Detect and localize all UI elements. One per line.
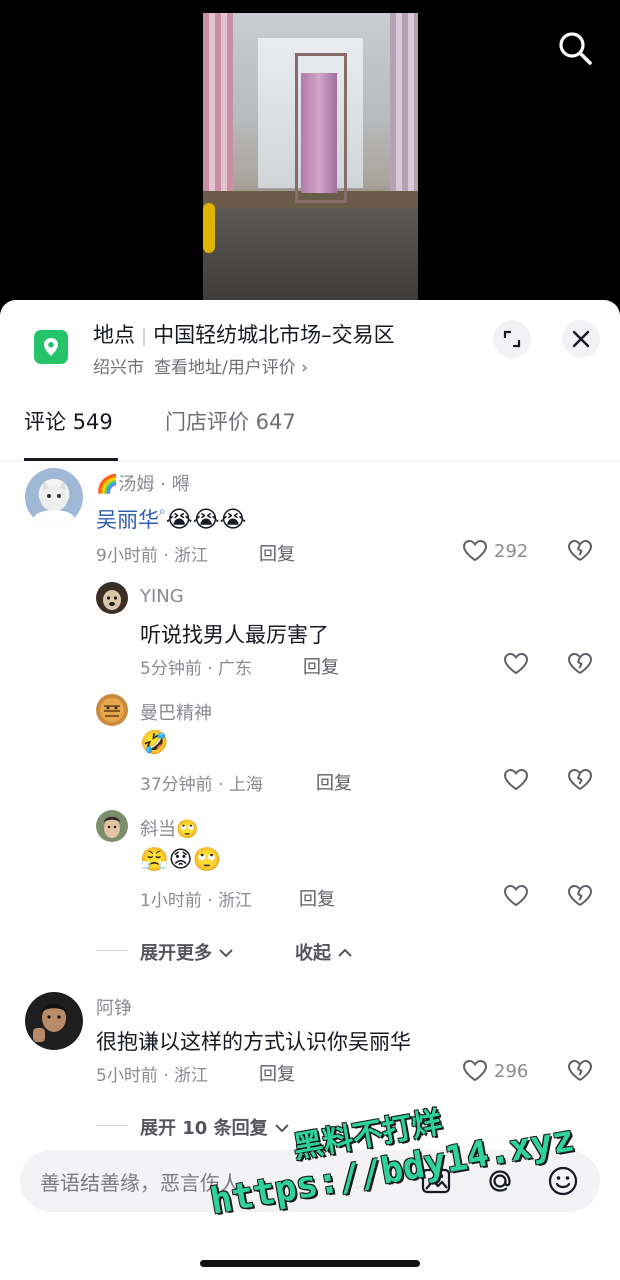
emoji-icon[interactable] [545, 1163, 581, 1199]
location-label: 地点 [93, 323, 135, 347]
video-curtain-left [203, 13, 233, 193]
avatar[interactable] [96, 810, 128, 842]
tab-active-indicator [24, 458, 118, 461]
comment-input-placeholder[interactable]: 善语结善缘，恶言伤人 [40, 1167, 240, 1196]
chevron-down-icon [275, 1124, 289, 1133]
emoji-group: 🤣 [140, 730, 169, 756]
video-player[interactable] [0, 0, 620, 310]
expand-divider [96, 1125, 128, 1126]
comment-text: 很抱谦以这样的方式认识你吴丽华 [96, 1030, 411, 1054]
like-count: 292 [494, 540, 529, 562]
expand-replies-button[interactable]: 展开 10 条回复 [140, 1114, 290, 1140]
heart-icon [462, 539, 488, 562]
expand-replies-label: 展开 10 条回复 [140, 1118, 268, 1139]
video-cloth [301, 73, 337, 193]
tab-comments[interactable]: 评论 549 [24, 406, 113, 436]
avatar[interactable] [96, 694, 128, 726]
comment-meta: 9小时前 · 浙江 [96, 546, 209, 566]
expand-more-button[interactable]: 展开更多 [140, 939, 234, 965]
broken-heart-icon [568, 885, 592, 906]
like-button[interactable] [503, 884, 529, 908]
comment-meta: 5小时前 · 浙江 [96, 1066, 209, 1086]
close-icon [572, 330, 590, 348]
mention-link[interactable]: 吴丽华 [96, 508, 159, 532]
avatar[interactable] [96, 582, 128, 614]
like-button[interactable]: 292 [462, 539, 528, 563]
comment-meta: 5分钟前 · 广东 [140, 659, 253, 679]
video-ground [203, 208, 418, 300]
search-icon[interactable] [555, 28, 595, 68]
expand-more-label: 展开更多 [140, 943, 212, 964]
heart-icon [503, 768, 529, 791]
username-text: 汤姆 · 嘚 [118, 474, 190, 495]
comment-username[interactable]: 斜当🙄 [140, 815, 198, 841]
location-name: 中国轻纺城北市场–交易区 [153, 323, 395, 347]
video-curtain-right [390, 13, 418, 193]
avatar[interactable] [25, 992, 83, 1050]
comment-username[interactable]: YING [140, 586, 184, 607]
dislike-button[interactable] [567, 884, 593, 912]
heart-icon [503, 884, 529, 907]
reply-button[interactable]: 回复 [316, 769, 352, 795]
broken-heart-icon [568, 540, 592, 561]
location-pin-icon [34, 330, 68, 364]
expand-icon [503, 330, 521, 348]
location-subtitle[interactable]: 绍兴市 查看地址/用户评价 › [93, 353, 308, 378]
close-button[interactable] [562, 320, 600, 358]
location-title[interactable]: 地点 | 中国轻纺城北市场–交易区 [93, 319, 395, 349]
expand-divider [96, 950, 128, 951]
image-icon[interactable] [418, 1163, 454, 1199]
expand-button[interactable] [493, 320, 531, 358]
location-city: 绍兴市 [93, 358, 144, 378]
dislike-button[interactable] [567, 539, 593, 567]
home-indicator[interactable] [200, 1260, 420, 1267]
comment-text: 吴丽华⌕😭😭😭 [96, 504, 246, 534]
comment-meta: 37分钟前 · 上海 [140, 775, 263, 795]
reply-button[interactable]: 回复 [259, 1060, 295, 1086]
mention-search-icon: ⌕ [159, 504, 166, 518]
tab-store-reviews[interactable]: 门店评价 647 [165, 406, 296, 436]
comment-username[interactable]: 🌈汤姆 · 嘚 [96, 470, 190, 496]
heart-icon [462, 1059, 488, 1082]
emoji-group: 😭😭😭 [165, 507, 247, 533]
comment-text: 听说找男人最厉害了 [140, 623, 329, 647]
reply-button[interactable]: 回复 [303, 653, 339, 679]
comment-text: 🤣 [140, 731, 169, 755]
reply-button[interactable]: 回复 [259, 540, 295, 566]
comment-username[interactable]: 曼巴精神 [140, 699, 212, 725]
collapse-label: 收起 [295, 943, 331, 964]
like-count: 296 [494, 1060, 529, 1082]
chevron-down-icon [219, 949, 233, 958]
dislike-button[interactable] [567, 768, 593, 796]
chevron-up-icon [338, 948, 352, 957]
dislike-button[interactable] [567, 1059, 593, 1087]
reply-button[interactable]: 回复 [299, 885, 335, 911]
like-button[interactable] [503, 768, 529, 792]
comment-text: 😤😟🙄 [140, 848, 221, 872]
comment-meta: 1小时前 · 浙江 [140, 891, 253, 911]
dislike-button[interactable] [567, 652, 593, 680]
broken-heart-icon [568, 653, 592, 674]
comment-username[interactable]: 阿铮 [96, 994, 132, 1020]
broken-heart-icon [568, 769, 592, 790]
avatar[interactable] [25, 468, 83, 526]
location-link[interactable]: 查看地址/用户评价 [154, 358, 296, 378]
video-frame[interactable] [203, 13, 418, 300]
rainbow-icon: 🌈 [96, 474, 119, 495]
video-yellow-object [203, 203, 215, 253]
heart-icon [503, 652, 529, 675]
title-separator: | [141, 326, 148, 347]
like-button[interactable] [503, 652, 529, 676]
broken-heart-icon [568, 1060, 592, 1081]
mention-at-icon[interactable] [482, 1163, 518, 1199]
emoji-group: 😤😟🙄 [140, 847, 222, 873]
chevron-right-icon: › [301, 358, 308, 378]
like-button[interactable]: 296 [462, 1059, 528, 1083]
collapse-button[interactable]: 收起 [295, 939, 353, 965]
